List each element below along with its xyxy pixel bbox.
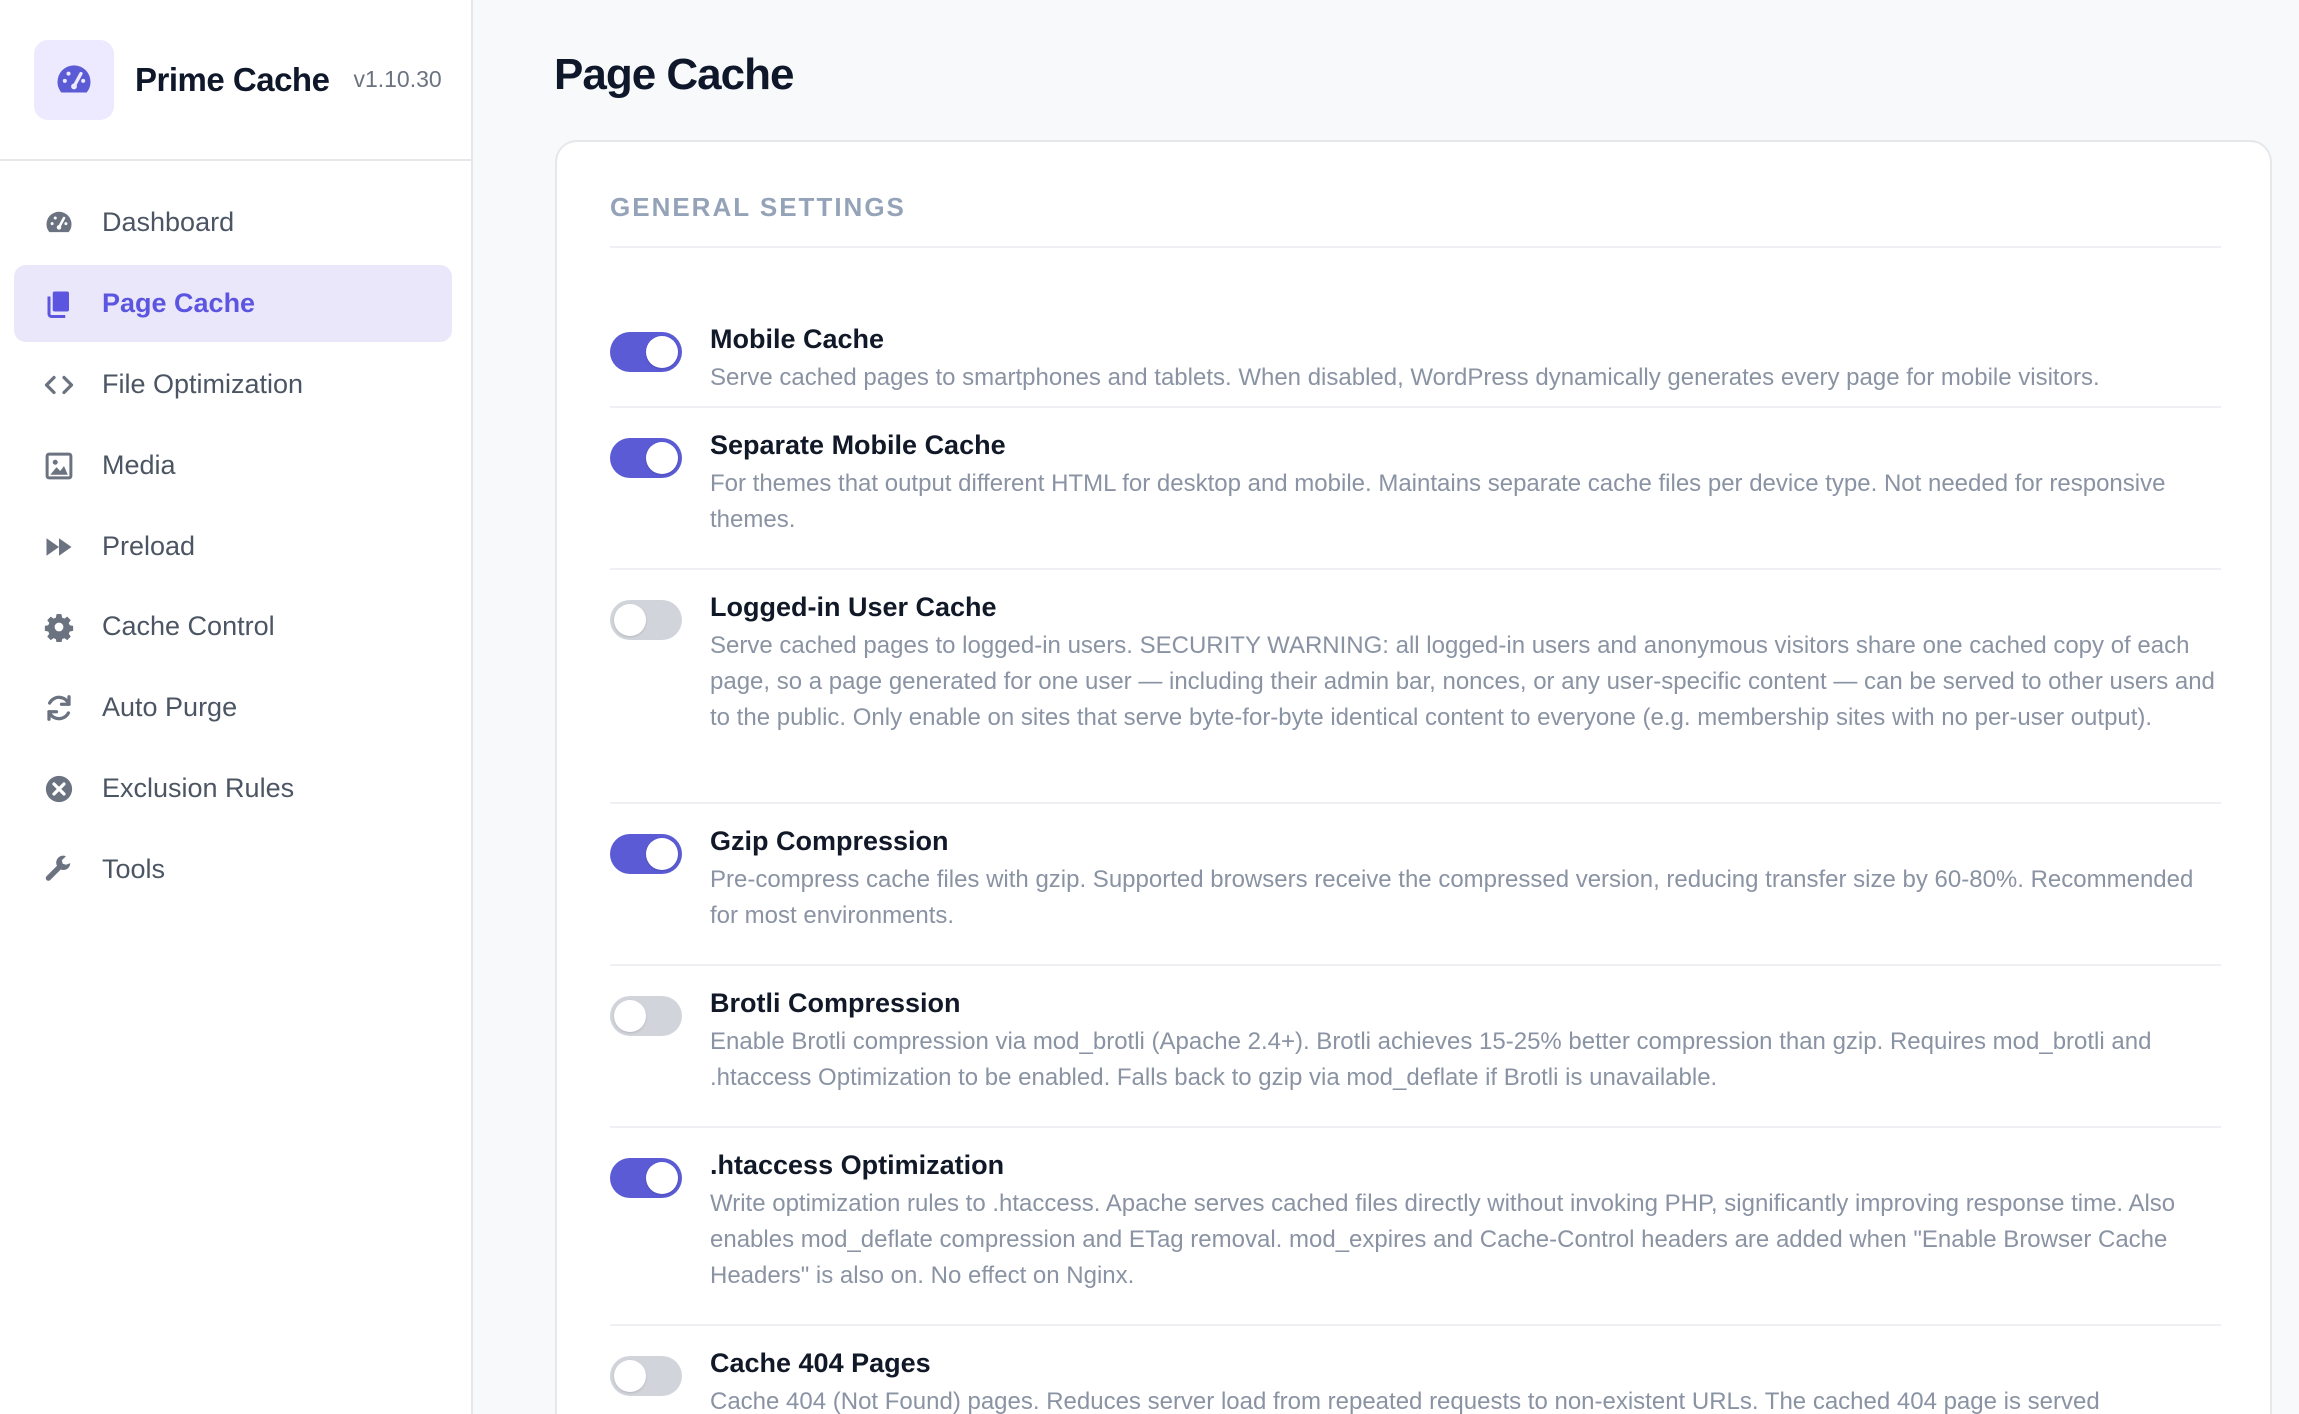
setting-description: Write optimization rules to .htaccess. A…	[710, 1190, 2176, 1289]
sidebar-item-auto-purge[interactable]: Auto Purge	[14, 669, 452, 746]
setting-title: Brotli Compression	[710, 988, 961, 1018]
gear-icon	[42, 610, 76, 644]
sidebar-item-label: Auto Purge	[102, 692, 238, 722]
sidebar-item-media[interactable]: Media	[14, 427, 452, 504]
setting-title: Separate Mobile Cache	[710, 430, 1006, 460]
setting-description: Enable Brotli compression via mod_brotli…	[710, 1028, 2152, 1091]
cache-404-pages-toggle[interactable]	[610, 1356, 682, 1396]
setting-gzip-compression: Gzip Compression Pre-compress cache file…	[610, 804, 2221, 966]
setting-htaccess-optimization: .htaccess Optimization Write optimizatio…	[610, 1128, 2221, 1326]
refresh-icon	[42, 691, 76, 725]
setting-description: Cache 404 (Not Found) pages. Reduces ser…	[710, 1388, 2100, 1414]
setting-logged-in-user-cache: Logged-in User Cache Serve cached pages …	[610, 570, 2221, 804]
speedometer-icon[interactable]	[34, 39, 114, 120]
setting-cache-404-pages: Cache 404 Pages Cache 404 (Not Found) pa…	[610, 1326, 2221, 1414]
section-divider	[610, 246, 2221, 248]
logged-in-user-cache-toggle[interactable]	[610, 600, 682, 640]
setting-description: Pre-compress cache files with gzip. Supp…	[710, 866, 2194, 929]
sidebar-item-dashboard[interactable]: Dashboard	[14, 184, 452, 261]
toggle-knob	[646, 838, 678, 870]
setting-title: Cache 404 Pages	[710, 1348, 931, 1378]
sidebar-item-file-optimization[interactable]: File Optimization	[14, 346, 452, 423]
setting-mobile-cache: Mobile Cache Serve cached pages to smart…	[610, 302, 2221, 408]
dashboard-icon	[42, 206, 76, 240]
section-title: General Settings	[610, 192, 906, 222]
sidebar-item-cache-control[interactable]: Cache Control	[14, 588, 452, 665]
toggle-knob	[646, 336, 678, 368]
page-title: Page Cache	[554, 50, 794, 99]
sidebar-item-label: Exclusion Rules	[102, 773, 295, 803]
app-version: v1.10.30	[353, 66, 442, 92]
code-icon	[42, 368, 76, 402]
fast-forward-icon	[42, 530, 76, 564]
x-circle-icon	[42, 772, 76, 806]
sidebar-item-label: Preload	[102, 531, 196, 561]
toggle-knob	[614, 1360, 646, 1392]
toggle-knob	[614, 604, 646, 636]
setting-title: Logged-in User Cache	[710, 592, 997, 622]
separate-mobile-cache-toggle[interactable]	[610, 438, 682, 478]
htaccess-optimization-toggle[interactable]	[610, 1158, 682, 1198]
setting-title: .htaccess Optimization	[710, 1150, 1005, 1180]
sidebar-item-label: Media	[102, 450, 176, 480]
setting-title: Mobile Cache	[710, 324, 885, 354]
sidebar-item-label: Dashboard	[102, 207, 235, 237]
toggle-knob	[646, 1162, 678, 1194]
brotli-compression-toggle[interactable]	[610, 996, 682, 1036]
toggle-knob	[646, 442, 678, 474]
setting-brotli-compression: Brotli Compression Enable Brotli compres…	[610, 966, 2221, 1128]
settings-card: General Settings Mobile Cache Serve cach…	[555, 140, 2272, 1414]
pages-icon	[42, 287, 76, 321]
sidebar: Prime Cache v1.10.30 Dashboard Page Cach…	[0, 0, 473, 1414]
app-name: Prime Cache	[135, 60, 330, 98]
sidebar-item-preload[interactable]: Preload	[14, 508, 452, 585]
mobile-cache-toggle[interactable]	[610, 332, 682, 372]
brand-header: Prime Cache v1.10.30	[0, 0, 471, 161]
wrench-icon	[42, 853, 76, 887]
sidebar-item-exclusion-rules[interactable]: Exclusion Rules	[14, 750, 452, 827]
setting-description: Serve cached pages to smartphones and ta…	[710, 364, 2100, 391]
setting-description: Serve cached pages to logged-in users. S…	[710, 632, 2215, 731]
sidebar-item-label: Page Cache	[102, 288, 256, 318]
sidebar-item-tools[interactable]: Tools	[14, 831, 452, 908]
sidebar-item-page-cache[interactable]: Page Cache	[14, 265, 452, 342]
sidebar-item-label: Cache Control	[102, 611, 275, 641]
gzip-compression-toggle[interactable]	[610, 834, 682, 874]
setting-separate-mobile-cache: Separate Mobile Cache For themes that ou…	[610, 408, 2221, 570]
toggle-knob	[614, 1000, 646, 1032]
setting-description: For themes that output different HTML fo…	[710, 470, 2166, 533]
sidebar-item-label: File Optimization	[102, 369, 304, 399]
image-icon	[42, 449, 76, 483]
setting-title: Gzip Compression	[710, 826, 949, 856]
sidebar-item-label: Tools	[102, 854, 166, 884]
